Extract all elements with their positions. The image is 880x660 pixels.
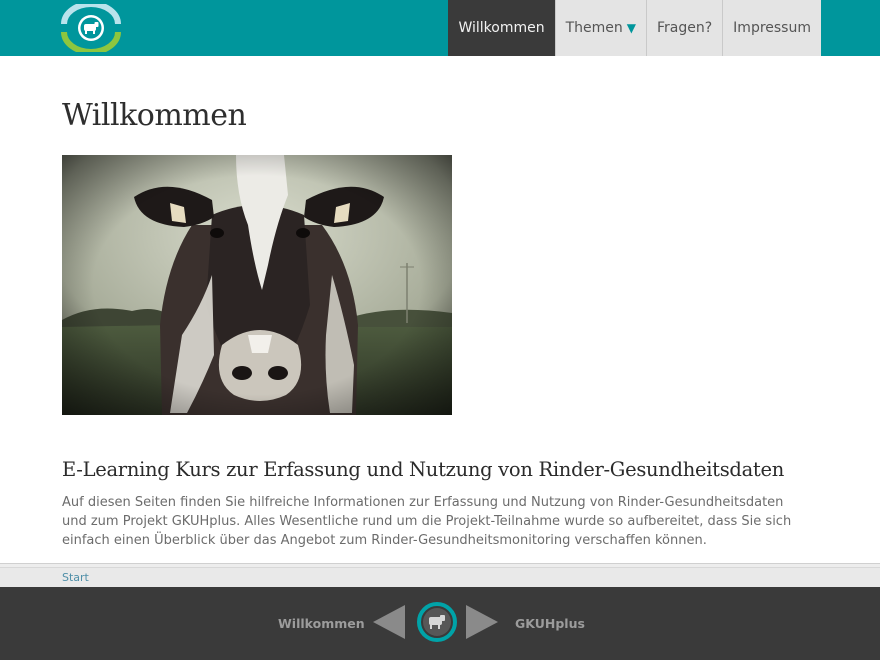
nav-item-label: Fragen? <box>656 20 713 36</box>
nav-item-label: Willkommen <box>458 20 545 36</box>
breadcrumb: Start <box>0 567 880 587</box>
main-nav: Willkommen Themen ▼ Fragen? Impressum <box>448 0 821 56</box>
caret-down-icon: ▼ <box>626 21 636 35</box>
arrow-left-icon[interactable] <box>371 603 407 641</box>
arrow-right-icon[interactable] <box>464 603 500 641</box>
nav-item-fragen[interactable]: Fragen? <box>645 0 723 56</box>
nav-item-willkommen[interactable]: Willkommen <box>448 0 555 56</box>
nav-item-label: Themen <box>565 20 623 36</box>
nav-item-label: Impressum <box>733 20 811 36</box>
page-title: Willkommen <box>62 98 247 133</box>
page-navigation-bar: Willkommen GKUHplus <box>0 587 880 660</box>
top-header: Willkommen Themen ▼ Fragen? Impressum <box>0 0 880 56</box>
section-title: E-Learning Kurs zur Erfassung und Nutzun… <box>62 458 784 481</box>
breadcrumb-start-link[interactable]: Start <box>62 571 89 584</box>
intro-text: Auf diesen Seiten finden Sie hilfreiche … <box>62 495 792 548</box>
prev-page-label[interactable]: Willkommen <box>278 616 365 631</box>
nav-item-themen[interactable]: Themen ▼ <box>554 0 646 56</box>
cow-home-icon[interactable] <box>416 601 458 643</box>
next-page-label[interactable]: GKUHplus <box>515 616 585 631</box>
cow-target-logo-icon[interactable] <box>60 1 122 55</box>
nav-item-impressum[interactable]: Impressum <box>722 0 821 56</box>
hero-image <box>62 155 452 415</box>
